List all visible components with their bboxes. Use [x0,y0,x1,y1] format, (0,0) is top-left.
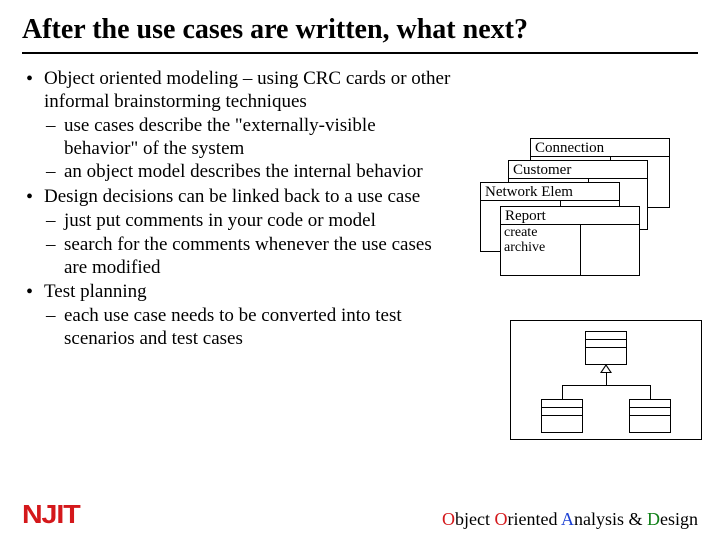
bullet-1: Object oriented modeling – using CRC car… [22,68,452,184]
uml-child-class-1 [541,399,583,433]
bullet-3-text: Test planning [44,281,147,302]
crc-card-customer: Customer [509,161,647,179]
slide-title: After the use cases are written, what ne… [22,14,698,54]
crc-card-connection: Connection [531,139,669,157]
uml-child-class-2 [629,399,671,433]
bullet-2-sub-1: just put comments in your code or model [44,210,452,233]
njit-logo: NJIT [22,499,80,530]
word-oriented: riented [508,509,561,529]
bullet-3: Test planning each use case needs to be … [22,281,452,350]
uml-parent-class [585,331,627,365]
letter-o2: O [495,509,508,529]
word-design: esign [660,509,698,529]
crc-diagram: Connection Customer Network Elem Report … [460,78,700,298]
body-text: Object oriented modeling – using CRC car… [22,68,452,353]
word-analysis: nalysis & [574,509,647,529]
uml-diagram [510,320,702,440]
crc-card-network-elem: Network Elem [481,183,619,201]
letter-d: D [647,509,660,529]
crc-card-report: Report [501,207,639,225]
bullet-1-sub-2: an object model describes the internal b… [44,161,452,184]
bullet-1-text: Object oriented modeling – using CRC car… [44,68,450,112]
crc-resp-create: create [504,225,537,240]
word-object: bject [455,509,494,529]
course-title: Object Oriented Analysis & Design [442,509,698,530]
letter-a: A [561,509,574,529]
crc-resp-archive: archive [504,240,545,255]
letter-o1: O [442,509,455,529]
bullet-1-sub-1: use cases describe the "externally-visib… [44,115,452,161]
bullet-2-sub-2: search for the comments whenever the use… [44,234,452,280]
bullet-3-sub-1: each use case needs to be converted into… [44,305,452,351]
inheritance-arrow-icon [600,364,612,373]
bullet-2-text: Design decisions can be linked back to a… [44,186,420,207]
bullet-2: Design decisions can be linked back to a… [22,186,452,279]
